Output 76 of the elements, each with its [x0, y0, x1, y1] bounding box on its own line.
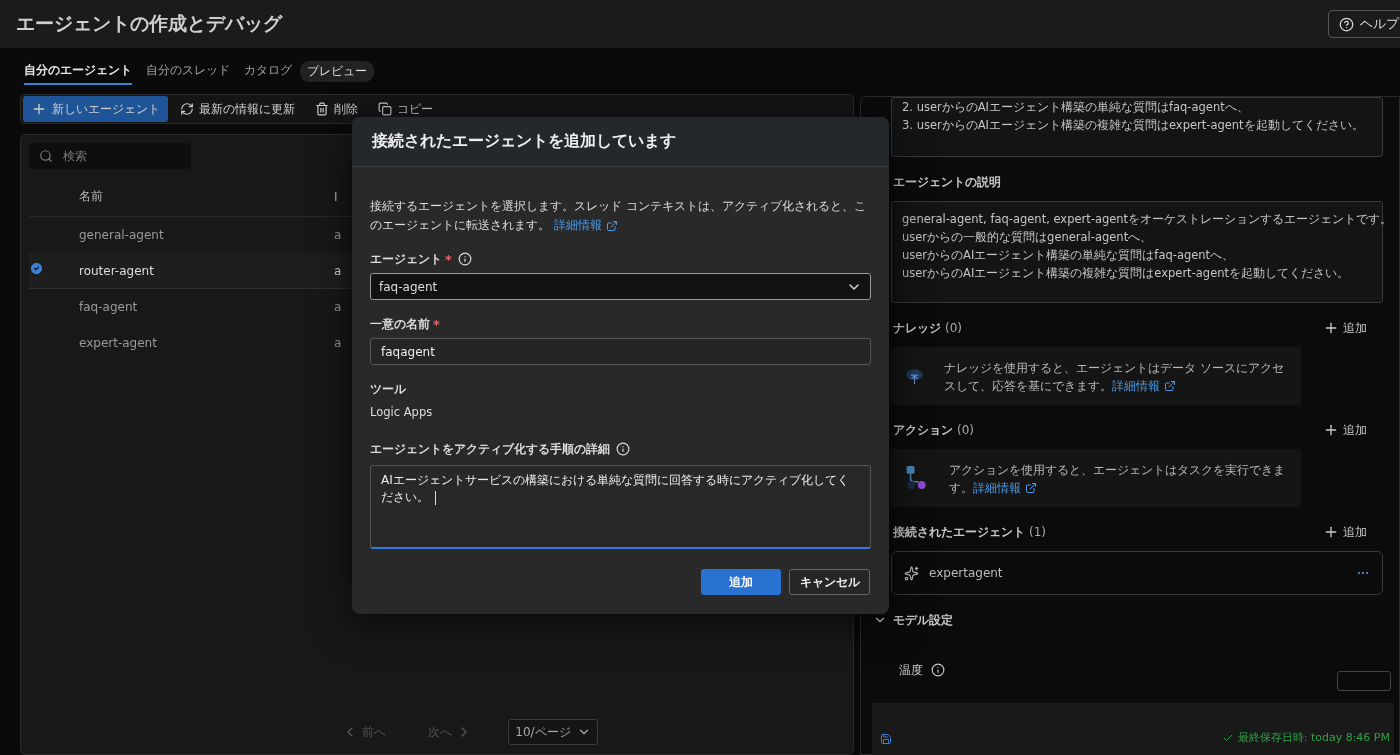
- section-count: (0): [957, 423, 974, 437]
- section-count: (0): [945, 321, 962, 335]
- steps-field[interactable]: AIエージェントサービスの構築における単純な質問に回答する時にアクティブ化してください。: [370, 465, 871, 549]
- field-label: 一意の名前: [370, 316, 430, 332]
- info-icon: [616, 442, 630, 456]
- add-button[interactable]: 追加: [701, 569, 781, 595]
- agent-card[interactable]: expertagent: [891, 551, 1383, 595]
- instructions-field[interactable]: 2. userからのAIエージェント構築の単純な質問はfaq-agentへ、 3. userからのAIエージェント構築の複雑な質問はexpert-agentを起動してください。: [891, 97, 1383, 157]
- section-title: アクション: [893, 421, 953, 439]
- external-link-icon: [605, 219, 618, 232]
- section-title: ナレッジ: [893, 319, 941, 337]
- section-title: 接続されたエージェント: [893, 523, 1025, 541]
- info-icon: [457, 252, 472, 266]
- table-cell: a: [334, 299, 342, 314]
- search-icon: [39, 149, 53, 163]
- table-cell: faq-agent: [79, 299, 138, 314]
- copy-icon: [378, 102, 392, 116]
- plus-icon: [1323, 320, 1339, 336]
- add-button[interactable]: 追加: [1317, 420, 1373, 440]
- info-icon: [931, 663, 945, 677]
- agent-name: expertagent: [929, 566, 1003, 580]
- add-button[interactable]: 追加: [1317, 522, 1373, 542]
- preview-badge: プレビュー: [300, 60, 374, 82]
- trash-icon: [315, 102, 329, 116]
- temperature-field[interactable]: [1337, 671, 1391, 691]
- section-title: モデル設定: [893, 611, 953, 629]
- table-cell: router-agent: [79, 263, 154, 278]
- field-label: 温度: [899, 661, 923, 679]
- name-field[interactable]: faqagent: [370, 338, 871, 365]
- tab[interactable]: 自分のエージェント: [24, 57, 132, 85]
- info-text: ナレッジを使用すると、エージェントはデータ ソースにアクセスして、応答を基にできます。詳細情報: [944, 360, 1285, 395]
- table-cell: a: [334, 335, 342, 350]
- dialog-title: 接続されたエージェントを追加しています: [372, 131, 676, 152]
- save-icon[interactable]: [880, 733, 892, 745]
- toolbar-button[interactable]: コピー: [370, 96, 441, 122]
- learn-more-link[interactable]: 詳細情報: [1112, 377, 1177, 395]
- section-count: (1): [1029, 525, 1046, 539]
- table-cell: a: [334, 263, 342, 278]
- tool-value: Logic Apps: [370, 405, 434, 419]
- agent-dropdown[interactable]: faq-agent: [370, 273, 871, 300]
- column-header: 名前: [79, 188, 103, 205]
- description-field[interactable]: general-agent, faq-agent, expert-agentをオーケストレーションするエージェントです。 userからの一般的な質問はgeneral-agentへ、 userからのAIエージェント構築の単純な質問はfaq-agentへ、 userからのAIエージェント構築の複雑な質問はexpert-agentを起動してください。: [891, 201, 1383, 303]
- search-field[interactable]: 検索: [29, 143, 191, 169]
- intro-text: 接続するエージェントを選択します。スレッド コンテキストは、アクティブ化されると、このエージェントに転送されます。 詳細情報: [370, 197, 871, 235]
- column-header: I: [334, 189, 338, 204]
- tab[interactable]: カタログ: [244, 57, 292, 85]
- field-label: エージェントをアクティブ化する手順の詳細: [370, 441, 610, 457]
- external-link-icon: [1024, 482, 1037, 494]
- refresh-icon: [180, 102, 194, 116]
- add-button[interactable]: 追加: [1317, 318, 1373, 338]
- new-agent-button[interactable]: 新しいエージェント: [23, 96, 168, 122]
- field-label: エージェント: [370, 251, 442, 267]
- field-label: ツール: [370, 381, 406, 397]
- tab[interactable]: 自分のスレッド: [146, 57, 230, 85]
- saved-status: 最終保存日時: today 8:46 PM: [1237, 730, 1390, 745]
- plus-icon: [1323, 524, 1339, 540]
- required-mark: *: [433, 316, 440, 332]
- plus-icon: [31, 101, 47, 117]
- table-cell: expert-agent: [79, 335, 157, 350]
- page-title: エージェントの作成とデバッグ: [16, 11, 282, 36]
- table-cell: a: [334, 227, 342, 242]
- cancel-button[interactable]: キャンセル: [789, 569, 870, 595]
- toolbar-button[interactable]: 最新の情報に更新: [172, 96, 303, 122]
- sparkle-icon: [904, 565, 919, 581]
- toolbar-button[interactable]: 削除: [307, 96, 366, 122]
- learn-more-link[interactable]: 詳細情報: [553, 216, 618, 235]
- required-mark: *: [445, 251, 452, 267]
- external-link-icon: [1164, 380, 1177, 392]
- plus-icon: [1323, 422, 1339, 438]
- page-size-dropdown[interactable]: 10/ページ: [508, 719, 598, 745]
- help-button[interactable]: ヘルプ: [1328, 10, 1400, 38]
- learn-more-link[interactable]: 詳細情報: [972, 479, 1037, 497]
- table-cell: general-agent: [79, 227, 164, 242]
- help-icon: [1339, 16, 1354, 32]
- section-title: エージェントの説明: [893, 173, 1001, 191]
- info-text: アクションを使用すると、エージェントはタスクを実行できます。詳細情報: [948, 462, 1285, 497]
